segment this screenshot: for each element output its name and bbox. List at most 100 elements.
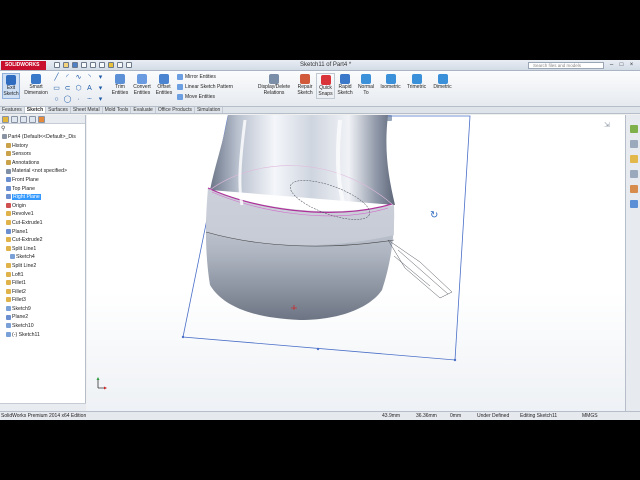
sketch-profile-lines[interactable] — [387, 239, 453, 299]
spline-tool-icon[interactable]: ∿ — [74, 73, 83, 82]
tree-node[interactable]: Origin — [0, 202, 86, 211]
tree-node[interactable]: Part4 (Default<<Default>_Dis — [0, 133, 86, 142]
line-tool-icon[interactable]: ╱ — [52, 73, 61, 82]
tree-node[interactable]: Fillet2 — [0, 288, 86, 297]
close-button[interactable]: × — [628, 62, 635, 69]
minimize-button[interactable]: – — [608, 62, 615, 69]
tree-node[interactable]: Sketch10 — [0, 322, 86, 331]
rectangle-tool-icon[interactable]: ▭ — [52, 84, 61, 93]
tab-office-products[interactable]: Office Products — [156, 107, 195, 113]
tree-node[interactable]: Fillet3 — [0, 296, 86, 305]
tree-node[interactable]: Sketch4 — [0, 253, 86, 262]
select-icon[interactable] — [99, 62, 105, 68]
display-manager-tab-icon[interactable] — [38, 116, 45, 123]
tree-node[interactable]: Sketch9 — [0, 305, 86, 314]
sketch-entity-tools: ╱ ◜ ∿ ◝ ▾ ▭ ⊂ ⬡ A ▾ ○ ◯ · ┄ ▾ — [52, 73, 106, 105]
tree-node[interactable]: Annotations — [0, 159, 86, 168]
tree-node[interactable]: Split Line1 — [0, 245, 86, 254]
custom-properties-icon[interactable] — [630, 200, 638, 208]
dimetric-button[interactable]: Dimetric — [430, 74, 455, 91]
move-entities-button[interactable]: Move Entities — [177, 94, 215, 100]
mirror-entities-button[interactable]: Mirror Entities — [177, 74, 216, 80]
tree-node[interactable]: Plane2 — [0, 313, 86, 322]
trim-entities-button[interactable]: Trim Entities — [110, 74, 130, 96]
tree-node[interactable]: Cut-Extrude2 — [0, 236, 86, 245]
trimetric-button[interactable]: Trimetric — [404, 74, 429, 91]
search-input[interactable]: Search files and models — [528, 62, 604, 69]
tree-node[interactable]: Revolve1 — [0, 210, 86, 219]
dimxpert-tab-icon[interactable] — [29, 116, 36, 123]
configurationmanager-tab-icon[interactable] — [20, 116, 27, 123]
tab-simulation[interactable]: Simulation — [195, 107, 224, 113]
featuremanager-tab-icon[interactable] — [2, 116, 9, 123]
tab-sheet-metal[interactable]: Sheet Metal — [71, 107, 103, 113]
unit-system[interactable]: MMGS — [582, 412, 598, 420]
text-tool-icon[interactable]: A — [85, 84, 94, 93]
file-properties-icon[interactable] — [117, 62, 123, 68]
polygon-tool-icon[interactable]: ⬡ — [74, 84, 83, 93]
tree-node[interactable]: History — [0, 142, 86, 151]
plane-handle-2[interactable] — [453, 358, 457, 362]
tree-node[interactable]: Loft1 — [0, 271, 86, 280]
tree-node[interactable]: Cut-Extrude1 — [0, 219, 86, 228]
tree-node[interactable]: (-) Sketch11 — [0, 331, 86, 340]
circle-tool-icon[interactable]: ○ — [52, 95, 61, 104]
tab-surfaces[interactable]: Surfaces — [46, 107, 71, 113]
centerline-tool-icon[interactable]: ┄ — [85, 95, 94, 104]
tree-node[interactable]: Split Line2 — [0, 262, 86, 271]
print-icon[interactable] — [81, 62, 87, 68]
model-view[interactable]: ↻ ⇲ — [87, 115, 625, 411]
solidworks-resources-icon[interactable] — [630, 125, 638, 133]
confirmation-corner-icon[interactable]: ⇲ — [604, 121, 610, 129]
undo-icon[interactable] — [90, 62, 96, 68]
fillet-tool-icon[interactable]: ◝ — [85, 73, 94, 82]
linear-sketch-pattern-button[interactable]: Linear Sketch Pattern — [177, 84, 233, 90]
design-library-icon[interactable] — [630, 140, 638, 148]
tab-sketch[interactable]: Sketch — [24, 107, 47, 113]
dropdown-icon-3[interactable]: ▾ — [96, 95, 105, 104]
tree-node[interactable]: Sensors — [0, 150, 86, 159]
tree-node[interactable]: Plane1 — [0, 228, 86, 237]
maximize-button[interactable]: □ — [618, 62, 625, 69]
save-icon[interactable] — [72, 62, 78, 68]
tree-node[interactable]: Fillet1 — [0, 279, 86, 288]
tab-features[interactable]: Features — [0, 107, 25, 113]
arc-tool-icon[interactable]: ◜ — [63, 73, 72, 82]
dropdown-icon-2[interactable]: ▾ — [96, 84, 105, 93]
ellipse-tool-icon[interactable]: ◯ — [63, 95, 72, 104]
tree-node[interactable]: Top Plane — [0, 185, 86, 194]
smart-dimension-button[interactable]: Smart Dimension — [22, 74, 50, 96]
view-palette-icon[interactable] — [630, 170, 638, 178]
plane-handle-3[interactable] — [316, 347, 320, 351]
point-tool-icon[interactable]: · — [74, 95, 83, 104]
rapid-sketch-button[interactable]: Rapid Sketch — [336, 74, 354, 96]
plane-handle[interactable] — [181, 335, 185, 339]
file-explorer-icon[interactable] — [630, 155, 638, 163]
isometric-button[interactable]: Isometric — [378, 74, 403, 91]
filter-icon[interactable]: ⚲ — [1, 126, 7, 132]
offset-entities-button[interactable]: Offset Entities — [154, 74, 174, 96]
appearances-icon[interactable] — [630, 185, 638, 193]
part-icon — [2, 134, 7, 140]
display-delete-relations-button[interactable]: Display/Delete Relations — [254, 74, 294, 96]
graphics-area[interactable]: ↻ ⇲ — [87, 115, 625, 411]
tree-node[interactable]: Front Plane — [0, 176, 86, 185]
open-folder-icon[interactable] — [63, 62, 69, 68]
options-gear-icon[interactable] — [126, 62, 132, 68]
dropdown-icon[interactable]: ▾ — [96, 73, 105, 82]
normal-to-button[interactable]: Normal To — [355, 74, 377, 96]
convert-entities-button[interactable]: Convert Entities — [131, 74, 153, 96]
part-body-upper[interactable] — [210, 115, 395, 205]
tab-evaluate[interactable]: Evaluate — [131, 107, 156, 113]
repair-sketch-button[interactable]: Repair Sketch — [295, 74, 315, 96]
tree-node[interactable]: Right Plane — [0, 193, 86, 202]
slot-tool-icon[interactable]: ⊂ — [63, 84, 72, 93]
rebuild-icon[interactable] — [108, 62, 114, 68]
propertymanager-tab-icon[interactable] — [11, 116, 18, 123]
quick-snaps-button[interactable]: Quick Snaps — [316, 73, 335, 99]
exit-sketch-button[interactable]: Exit Sketch — [2, 73, 20, 99]
tree-node[interactable]: Material <not specified> — [0, 167, 86, 176]
solidworks-logo[interactable]: SOLIDWORKS — [1, 61, 46, 70]
tab-mold-tools[interactable]: Mold Tools — [103, 107, 132, 113]
new-document-icon[interactable] — [54, 62, 60, 68]
